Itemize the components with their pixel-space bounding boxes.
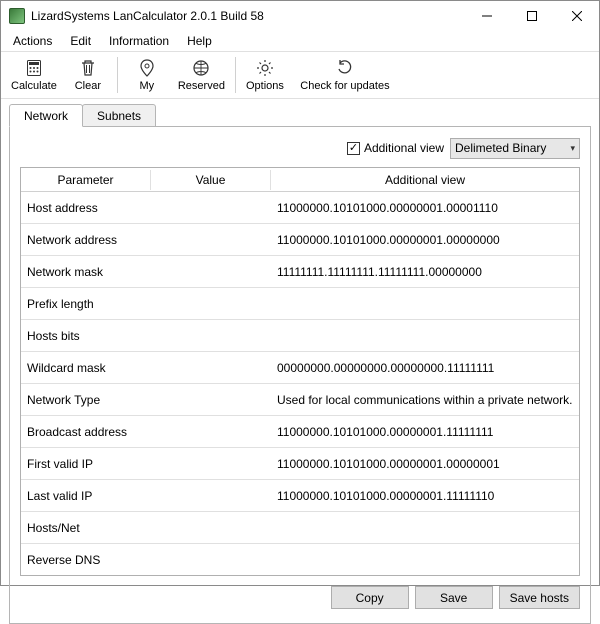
tab-strip: Network Subnets <box>9 103 591 127</box>
checkbox-icon: ✓ <box>347 142 360 155</box>
reserved-label: Reserved <box>178 80 225 92</box>
header-value[interactable]: Value <box>151 170 271 190</box>
header-additional[interactable]: Additional view <box>271 170 579 190</box>
calculate-button[interactable]: Calculate <box>5 52 63 98</box>
minimize-button[interactable] <box>464 1 509 31</box>
table-row[interactable]: Network address 11000000.10101000.0000000… <box>21 224 579 256</box>
close-button[interactable] <box>554 1 599 31</box>
table-row[interactable]: Hosts/Net <box>21 512 579 544</box>
button-row: Copy Save Save hosts <box>20 586 580 609</box>
refresh-icon <box>335 58 355 78</box>
cell-additional: 00000000.00000000.00000000.11111111 <box>271 361 579 375</box>
clear-button[interactable]: Clear <box>63 52 113 98</box>
save-hosts-button[interactable]: Save hosts <box>499 586 580 609</box>
menubar: Actions Edit Information Help <box>1 31 599 51</box>
check-updates-button[interactable]: Check for updates <box>290 52 400 98</box>
view-options-row: ✓ Additional view Delimeted Binary ▾ <box>20 137 580 159</box>
table-row[interactable]: Reverse DNS <box>21 544 579 576</box>
cell-parameter: Prefix length <box>21 297 151 311</box>
additional-view-checkbox[interactable]: ✓ Additional view <box>347 141 444 155</box>
toolbar-separator <box>117 57 118 93</box>
table-row[interactable]: Prefix length <box>21 288 579 320</box>
cell-additional: 11000000.10101000.00000001.00000001 <box>271 457 579 471</box>
table-row[interactable]: Broadcast address 11000000.10101000.00000… <box>21 416 579 448</box>
tab-subnets[interactable]: Subnets <box>82 104 156 127</box>
location-icon <box>137 58 157 78</box>
table-row[interactable]: First valid IP 11000000.10101000.00000001… <box>21 448 579 480</box>
grid-header: Parameter Value Additional view <box>21 168 579 192</box>
toolbar-separator <box>235 57 236 93</box>
check-updates-label: Check for updates <box>300 80 389 92</box>
save-button[interactable]: Save <box>415 586 493 609</box>
chevron-down-icon: ▾ <box>570 143 575 154</box>
maximize-button[interactable] <box>509 1 554 31</box>
table-row[interactable]: Last valid IP 11000000.10101000.00000001.… <box>21 480 579 512</box>
table-row[interactable]: Network Type Used for local communication… <box>21 384 579 416</box>
cell-additional: 11000000.10101000.00000001.00000000 <box>271 233 579 247</box>
cell-additional: 11111111.11111111.11111111.00000000 <box>271 265 579 279</box>
window-title: LizardSystems LanCalculator 2.0.1 Build … <box>31 9 464 23</box>
cell-parameter: Reverse DNS <box>21 553 151 567</box>
cell-additional: 11000000.10101000.00000001.11111110 <box>271 489 579 503</box>
globe-icon <box>191 58 211 78</box>
menu-information[interactable]: Information <box>101 32 177 50</box>
app-icon <box>9 8 25 24</box>
cell-parameter: Host address <box>21 201 151 215</box>
view-format-select[interactable]: Delimeted Binary ▾ <box>450 138 580 159</box>
additional-view-label: Additional view <box>364 141 444 155</box>
reserved-button[interactable]: Reserved <box>172 52 231 98</box>
gear-icon <box>255 58 275 78</box>
menu-edit[interactable]: Edit <box>62 32 99 50</box>
clear-label: Clear <box>75 80 101 92</box>
cell-parameter: Last valid IP <box>21 489 151 503</box>
cell-parameter: Wildcard mask <box>21 361 151 375</box>
trash-icon <box>78 58 98 78</box>
cell-parameter: Hosts bits <box>21 329 151 343</box>
my-button[interactable]: My <box>122 52 172 98</box>
tab-network[interactable]: Network <box>9 104 83 127</box>
cell-parameter: Network address <box>21 233 151 247</box>
cell-parameter: Network Type <box>21 393 151 407</box>
my-label: My <box>140 80 155 92</box>
cell-additional: Used for local communications within a p… <box>271 393 579 407</box>
header-parameter[interactable]: Parameter <box>21 170 151 190</box>
select-value: Delimeted Binary <box>455 141 546 155</box>
copy-button[interactable]: Copy <box>331 586 409 609</box>
table-row[interactable]: Network mask 11111111.11111111.11111111.0… <box>21 256 579 288</box>
calculator-icon <box>24 58 44 78</box>
toolbar: Calculate Clear My Reserved Options Chec… <box>1 51 599 99</box>
result-grid: Parameter Value Additional view Host add… <box>20 167 580 576</box>
cell-additional: 11000000.10101000.00000001.11111111 <box>271 425 579 439</box>
menu-actions[interactable]: Actions <box>5 32 60 50</box>
cell-parameter: First valid IP <box>21 457 151 471</box>
calculate-label: Calculate <box>11 80 57 92</box>
cell-parameter: Broadcast address <box>21 425 151 439</box>
cell-additional: 11000000.10101000.00000001.00001110 <box>271 201 579 215</box>
table-row[interactable]: Hosts bits <box>21 320 579 352</box>
table-row[interactable]: Host address 11000000.10101000.00000001.0… <box>21 192 579 224</box>
options-label: Options <box>246 80 284 92</box>
menu-help[interactable]: Help <box>179 32 220 50</box>
tab-body: ✓ Additional view Delimeted Binary ▾ Par… <box>9 126 591 624</box>
titlebar: LizardSystems LanCalculator 2.0.1 Build … <box>1 1 599 31</box>
options-button[interactable]: Options <box>240 52 290 98</box>
table-row[interactable]: Wildcard mask 00000000.00000000.00000000.… <box>21 352 579 384</box>
cell-parameter: Hosts/Net <box>21 521 151 535</box>
cell-parameter: Network mask <box>21 265 151 279</box>
